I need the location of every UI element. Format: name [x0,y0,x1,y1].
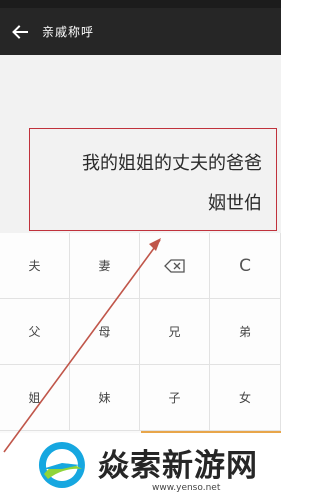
clear-button[interactable]: C [210,233,281,299]
key-daughter[interactable]: 女 [210,365,281,431]
key-younger-sister[interactable]: 妹 [70,365,140,431]
backspace-button[interactable] [140,233,210,299]
watermark-logo-icon [38,442,85,488]
relation-result: 姻世伯 [208,193,262,214]
key-older-sister[interactable]: 姐 [0,365,70,431]
key-older-brother[interactable]: 兄 [140,299,210,365]
key-father[interactable]: 父 [0,299,70,365]
relation-expression: 我的姐姐的丈夫的爸爸 [82,153,262,174]
back-button[interactable] [0,8,40,55]
watermark-brand: 焱索新游网 [98,448,258,484]
arrow-left-icon [12,24,28,39]
app-bar: 亲戚称呼 [0,8,281,55]
key-wife[interactable]: 妻 [70,233,140,299]
status-bar [0,0,281,8]
key-son[interactable]: 子 [140,365,210,431]
keypad: 夫 妻 C 父 母 兄 弟 姐 妹 子 女 [0,233,281,433]
key-younger-brother[interactable]: 弟 [210,299,281,365]
backspace-icon [163,258,185,273]
page-title: 亲戚称呼 [42,25,95,39]
watermark-url: www.yenso.net [152,483,221,493]
key-husband[interactable]: 夫 [0,233,70,299]
key-mother[interactable]: 母 [70,299,140,365]
result-highlight-box: 我的姐姐的丈夫的爸爸 姻世伯 [29,128,277,231]
